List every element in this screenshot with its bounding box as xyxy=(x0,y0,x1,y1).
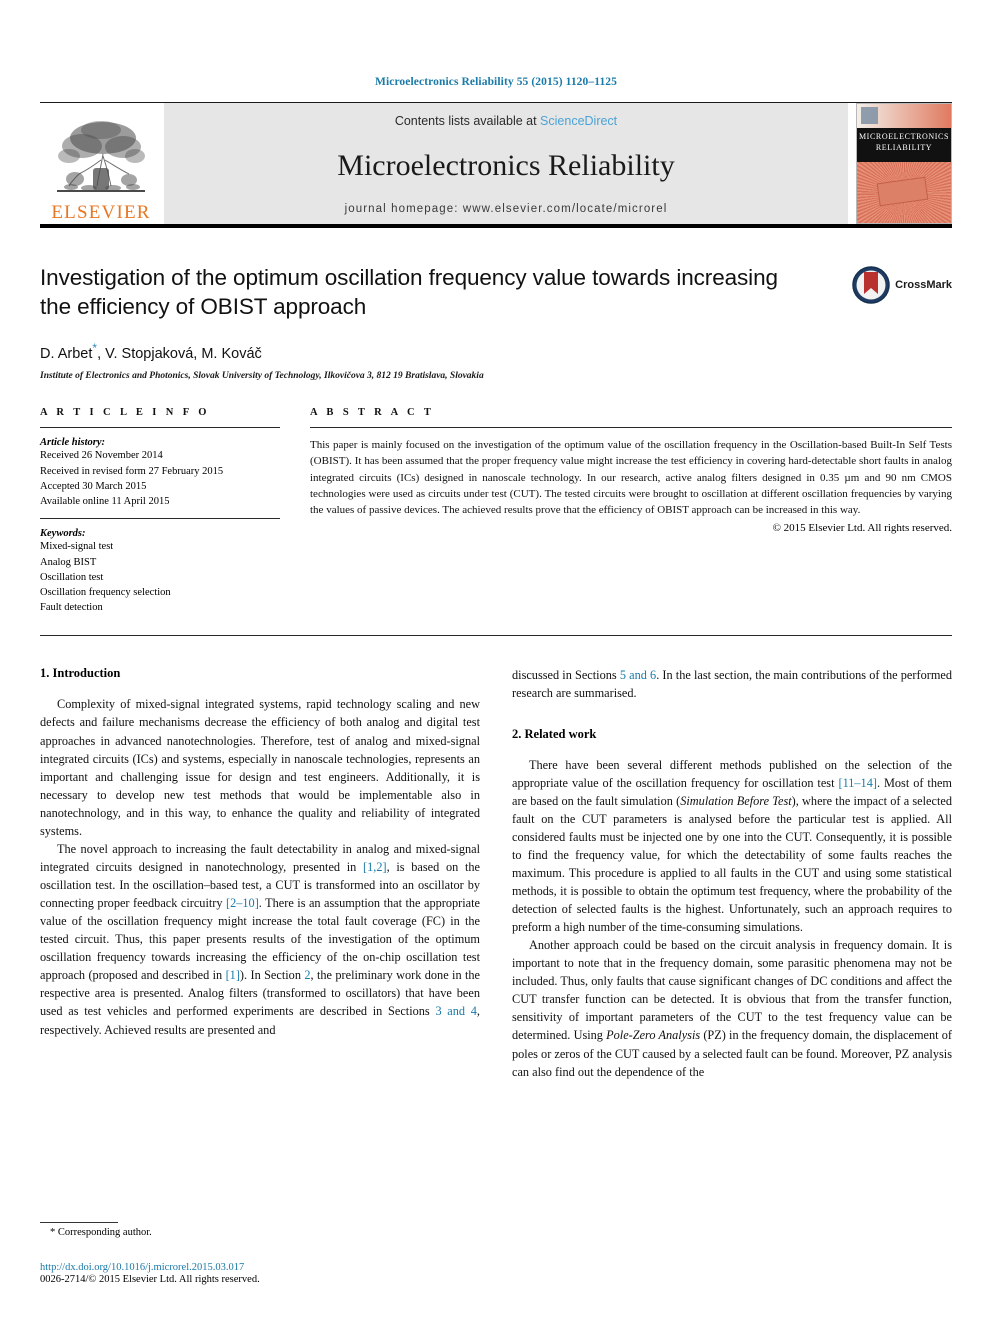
cover-artwork xyxy=(857,162,951,223)
paragraph: The novel approach to increasing the fau… xyxy=(40,840,480,1039)
sciencedirect-link[interactable]: ScienceDirect xyxy=(540,114,617,128)
text-run: ). In Section xyxy=(239,968,305,983)
issn-copyright: 0026-2714/© 2015 Elsevier Ltd. All right… xyxy=(40,1274,260,1285)
journal-masthead: ELSEVIER Contents lists available at Sci… xyxy=(40,102,952,224)
page-footer: * Corresponding author. http://dx.doi.or… xyxy=(40,1222,470,1285)
abstract-bottom-rule xyxy=(40,635,952,637)
keyword-item: Oscillation frequency selection xyxy=(40,586,171,598)
paragraph: Complexity of mixed-signal integrated sy… xyxy=(40,697,480,838)
keywords-block: Keywords: Mixed-signal test Analog BIST … xyxy=(40,528,280,615)
running-head: Microelectronics Reliability 55 (2015) 1… xyxy=(374,76,617,88)
keyword-item: Analog BIST xyxy=(40,556,97,568)
footnote-rule xyxy=(40,1222,118,1223)
body-column-left: 1. Introduction Complexity of mixed-sign… xyxy=(40,666,480,1080)
journal-cover-thumbnail: MICROELECTRONICS RELIABILITY xyxy=(856,103,952,224)
citation-link[interactable]: [1] xyxy=(226,968,240,982)
elsevier-wordmark: ELSEVIER xyxy=(51,202,151,223)
paragraph: Another approach could be based on the c… xyxy=(512,936,952,1081)
author-list: D. Arbet*, V. Stopjaková, M. Kováč xyxy=(40,341,952,362)
abstract-rule xyxy=(310,427,952,429)
abstract-column: A B S T R A C T This paper is mainly foc… xyxy=(310,407,952,615)
paragraph: There have been several different method… xyxy=(512,756,952,937)
history-item: Available online 11 April 2015 xyxy=(40,496,170,508)
keywords-rule xyxy=(40,518,280,520)
section-link[interactable]: 5 and 6 xyxy=(620,668,656,682)
title-block: CrossMark Investigation of the optimum o… xyxy=(40,264,952,381)
body-column-right: discussed in Sections 5 and 6. In the la… xyxy=(512,666,952,1080)
keyword-item: Fault detection xyxy=(40,602,103,614)
journal-title: Microelectronics Reliability xyxy=(337,148,675,182)
crossmark-icon xyxy=(852,266,890,304)
emphasis-run: Pole-Zero Analysis xyxy=(606,1028,701,1043)
cover-chip-shape xyxy=(876,177,928,207)
article-history-title: Article history: xyxy=(40,437,106,449)
keyword-item: Oscillation test xyxy=(40,571,104,583)
citation-link[interactable]: [2–10] xyxy=(226,896,259,910)
crossmark-label: CrossMark xyxy=(895,279,952,291)
keywords-title: Keywords: xyxy=(40,528,86,540)
cover-title-line1: MICROELECTRONICS xyxy=(858,132,950,141)
page-title: Investigation of the optimum oscillation… xyxy=(40,265,778,319)
text-run: ), where the impact of a selected fault … xyxy=(512,793,952,935)
abstract-text: This paper is mainly focused on the inve… xyxy=(310,439,952,516)
section-link[interactable]: 3 and 4 xyxy=(435,1004,476,1018)
cover-title-band: MICROELECTRONICS RELIABILITY xyxy=(857,128,951,162)
emphasis-run: Simulation Before Test xyxy=(680,793,792,808)
journal-homepage-link[interactable]: journal homepage: www.elsevier.com/locat… xyxy=(345,203,668,215)
affiliation: Institute of Electronics and Photonics, … xyxy=(40,371,484,382)
masthead-bottom-rule xyxy=(40,224,952,228)
cover-elsevier-mark-icon xyxy=(861,107,878,124)
paragraph: discussed in Sections 5 and 6. In the la… xyxy=(512,666,952,702)
contents-prefix: Contents lists available at xyxy=(394,114,541,128)
section-heading-related-work: 2. Related work xyxy=(512,726,597,741)
citation-link[interactable]: [11–14] xyxy=(838,776,876,790)
abstract-heading: A B S T R A C T xyxy=(310,407,435,419)
citation-link[interactable]: [1,2] xyxy=(363,860,387,874)
author-rest: , V. Stopjaková, M. Kováč xyxy=(97,345,262,362)
article-info-rule xyxy=(40,427,280,429)
section-heading-introduction: 1. Introduction xyxy=(40,666,121,681)
masthead-center: Contents lists available at ScienceDirec… xyxy=(164,103,848,224)
contents-lists-line: Contents lists available at ScienceDirec… xyxy=(395,114,617,128)
body-columns: 1. Introduction Complexity of mixed-sign… xyxy=(40,666,952,1080)
paper-page: Microelectronics Reliability 55 (2015) 1… xyxy=(0,0,992,1323)
author-1: D. Arbet xyxy=(40,345,93,362)
elsevier-tree-icon xyxy=(57,121,145,192)
text-run: Another approach could be based on the c… xyxy=(512,938,952,1043)
abstract-copyright: © 2015 Elsevier Ltd. All rights reserved… xyxy=(772,521,952,534)
doi-link[interactable]: http://dx.doi.org/10.1016/j.microrel.201… xyxy=(40,1262,470,1273)
info-abstract-region: A R T I C L E I N F O Article history: R… xyxy=(40,407,952,615)
history-item: Received in revised form 27 February 201… xyxy=(40,465,224,477)
history-item: Received 26 November 2014 xyxy=(40,450,163,462)
elsevier-logo: ELSEVIER xyxy=(40,103,162,224)
cover-title-line2: RELIABILITY xyxy=(875,142,933,152)
article-info-column: A R T I C L E I N F O Article history: R… xyxy=(40,407,280,615)
history-item: Accepted 30 March 2015 xyxy=(40,480,147,492)
corresponding-author-note: * Corresponding author. xyxy=(50,1227,152,1238)
crossmark-badge[interactable]: CrossMark xyxy=(852,266,952,304)
keyword-item: Mixed-signal test xyxy=(40,541,114,553)
article-info-heading: A R T I C L E I N F O xyxy=(40,407,210,419)
text-run: discussed in Sections xyxy=(512,668,620,683)
